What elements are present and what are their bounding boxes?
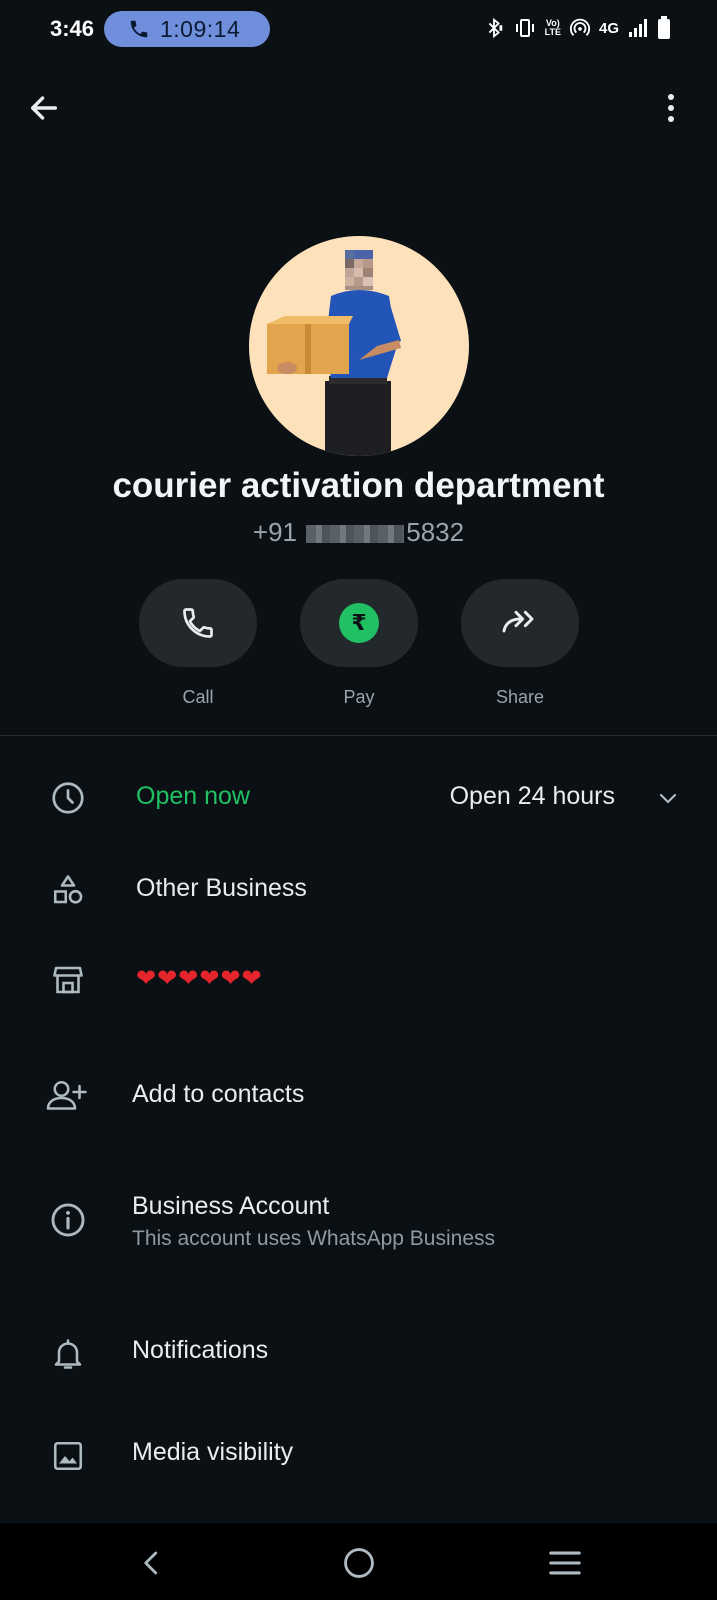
contact-info-screen: 3:46 1:09:14 Vo) LTE 4G courier activati… [0, 0, 717, 1600]
phone-icon [130, 20, 148, 38]
share-button[interactable] [461, 579, 579, 667]
info-icon [44, 1196, 92, 1244]
nav-menu-icon [549, 1551, 581, 1575]
media-visibility-row[interactable]: Media visibility [0, 1422, 717, 1488]
share-label: Share [495, 687, 545, 707]
courier-photo [267, 250, 401, 456]
bluetooth-icon [488, 17, 502, 39]
section-divider [0, 735, 717, 736]
business-hours-row[interactable]: Open now Open 24 hours [0, 770, 717, 826]
volte-indicator: Vo) LTE [544, 18, 561, 37]
call-button[interactable] [139, 579, 257, 667]
call-timer: 1:09:14 [160, 15, 241, 42]
image-icon [44, 1432, 92, 1480]
chevron-down-icon[interactable] [653, 783, 683, 813]
add-to-contacts-label: Add to contacts [132, 1080, 305, 1108]
arrow-left-icon [30, 96, 58, 120]
back-button[interactable] [24, 88, 64, 128]
business-account-title: Business Account [132, 1192, 330, 1220]
nav-back-icon [144, 1551, 158, 1575]
hotspot-icon [569, 18, 591, 36]
contact-name: courier activation department [112, 466, 605, 505]
share-forward-icon [502, 610, 534, 633]
redacted-digits [306, 525, 405, 544]
ongoing-call-pill[interactable]: 1:09:14 [104, 11, 270, 47]
phone-suffix: 5832 [406, 517, 465, 547]
profile-photo[interactable] [249, 236, 469, 456]
nav-recents-button[interactable] [543, 1541, 587, 1585]
shapes-icon [44, 866, 92, 914]
notifications-row[interactable]: Notifications [0, 1320, 717, 1386]
more-options-button[interactable] [659, 90, 683, 126]
action-buttons: Call ₹ Pay Share [0, 579, 717, 719]
notifications-label: Notifications [132, 1336, 269, 1364]
pay-label: Pay [343, 687, 375, 707]
add-to-contacts-row[interactable]: Add to contacts [0, 1062, 717, 1128]
nav-home-icon [344, 1548, 374, 1578]
nav-home-button[interactable] [337, 1541, 381, 1585]
contact-phone: +91 5832 [0, 517, 717, 548]
pay-action: ₹ Pay [300, 579, 418, 708]
business-account-row[interactable]: Business Account This account uses Whats… [0, 1180, 717, 1260]
business-description: ❤❤❤❤❤❤ [136, 965, 263, 992]
storefront-icon [44, 956, 92, 1004]
rupee-icon: ₹ [339, 603, 379, 643]
business-category-row: Other Business [0, 862, 717, 918]
call-label: Call [182, 687, 214, 707]
phone-prefix: +91 [252, 517, 298, 547]
media-visibility-label: Media visibility [132, 1438, 294, 1466]
system-nav-bar [0, 1523, 717, 1600]
signal-icon [629, 19, 647, 37]
nav-back-button[interactable] [130, 1541, 174, 1585]
business-description-row: ❤❤❤❤❤❤ [0, 952, 717, 1008]
open-now-status: Open now [136, 782, 250, 810]
business-account-subtitle: This account uses WhatsApp Business [132, 1227, 496, 1250]
network-type: 4G [598, 19, 619, 37]
pay-button[interactable]: ₹ [300, 579, 418, 667]
business-category: Other Business [136, 874, 307, 902]
call-action: Call [139, 579, 257, 708]
business-hours: Open 24 hours [449, 782, 615, 810]
vibrate-icon [515, 19, 534, 37]
status-icons: Vo) LTE 4G [483, 16, 671, 40]
person-add-icon [42, 1071, 90, 1119]
phone-icon [183, 608, 213, 638]
share-action: Share [461, 579, 579, 708]
status-bar: 3:46 1:09:14 Vo) LTE 4G [0, 0, 717, 58]
bell-icon [44, 1330, 92, 1378]
status-time: 3:46 [50, 16, 95, 41]
clock-icon [44, 774, 92, 822]
more-options-icon [668, 94, 674, 100]
battery-icon [658, 16, 670, 39]
